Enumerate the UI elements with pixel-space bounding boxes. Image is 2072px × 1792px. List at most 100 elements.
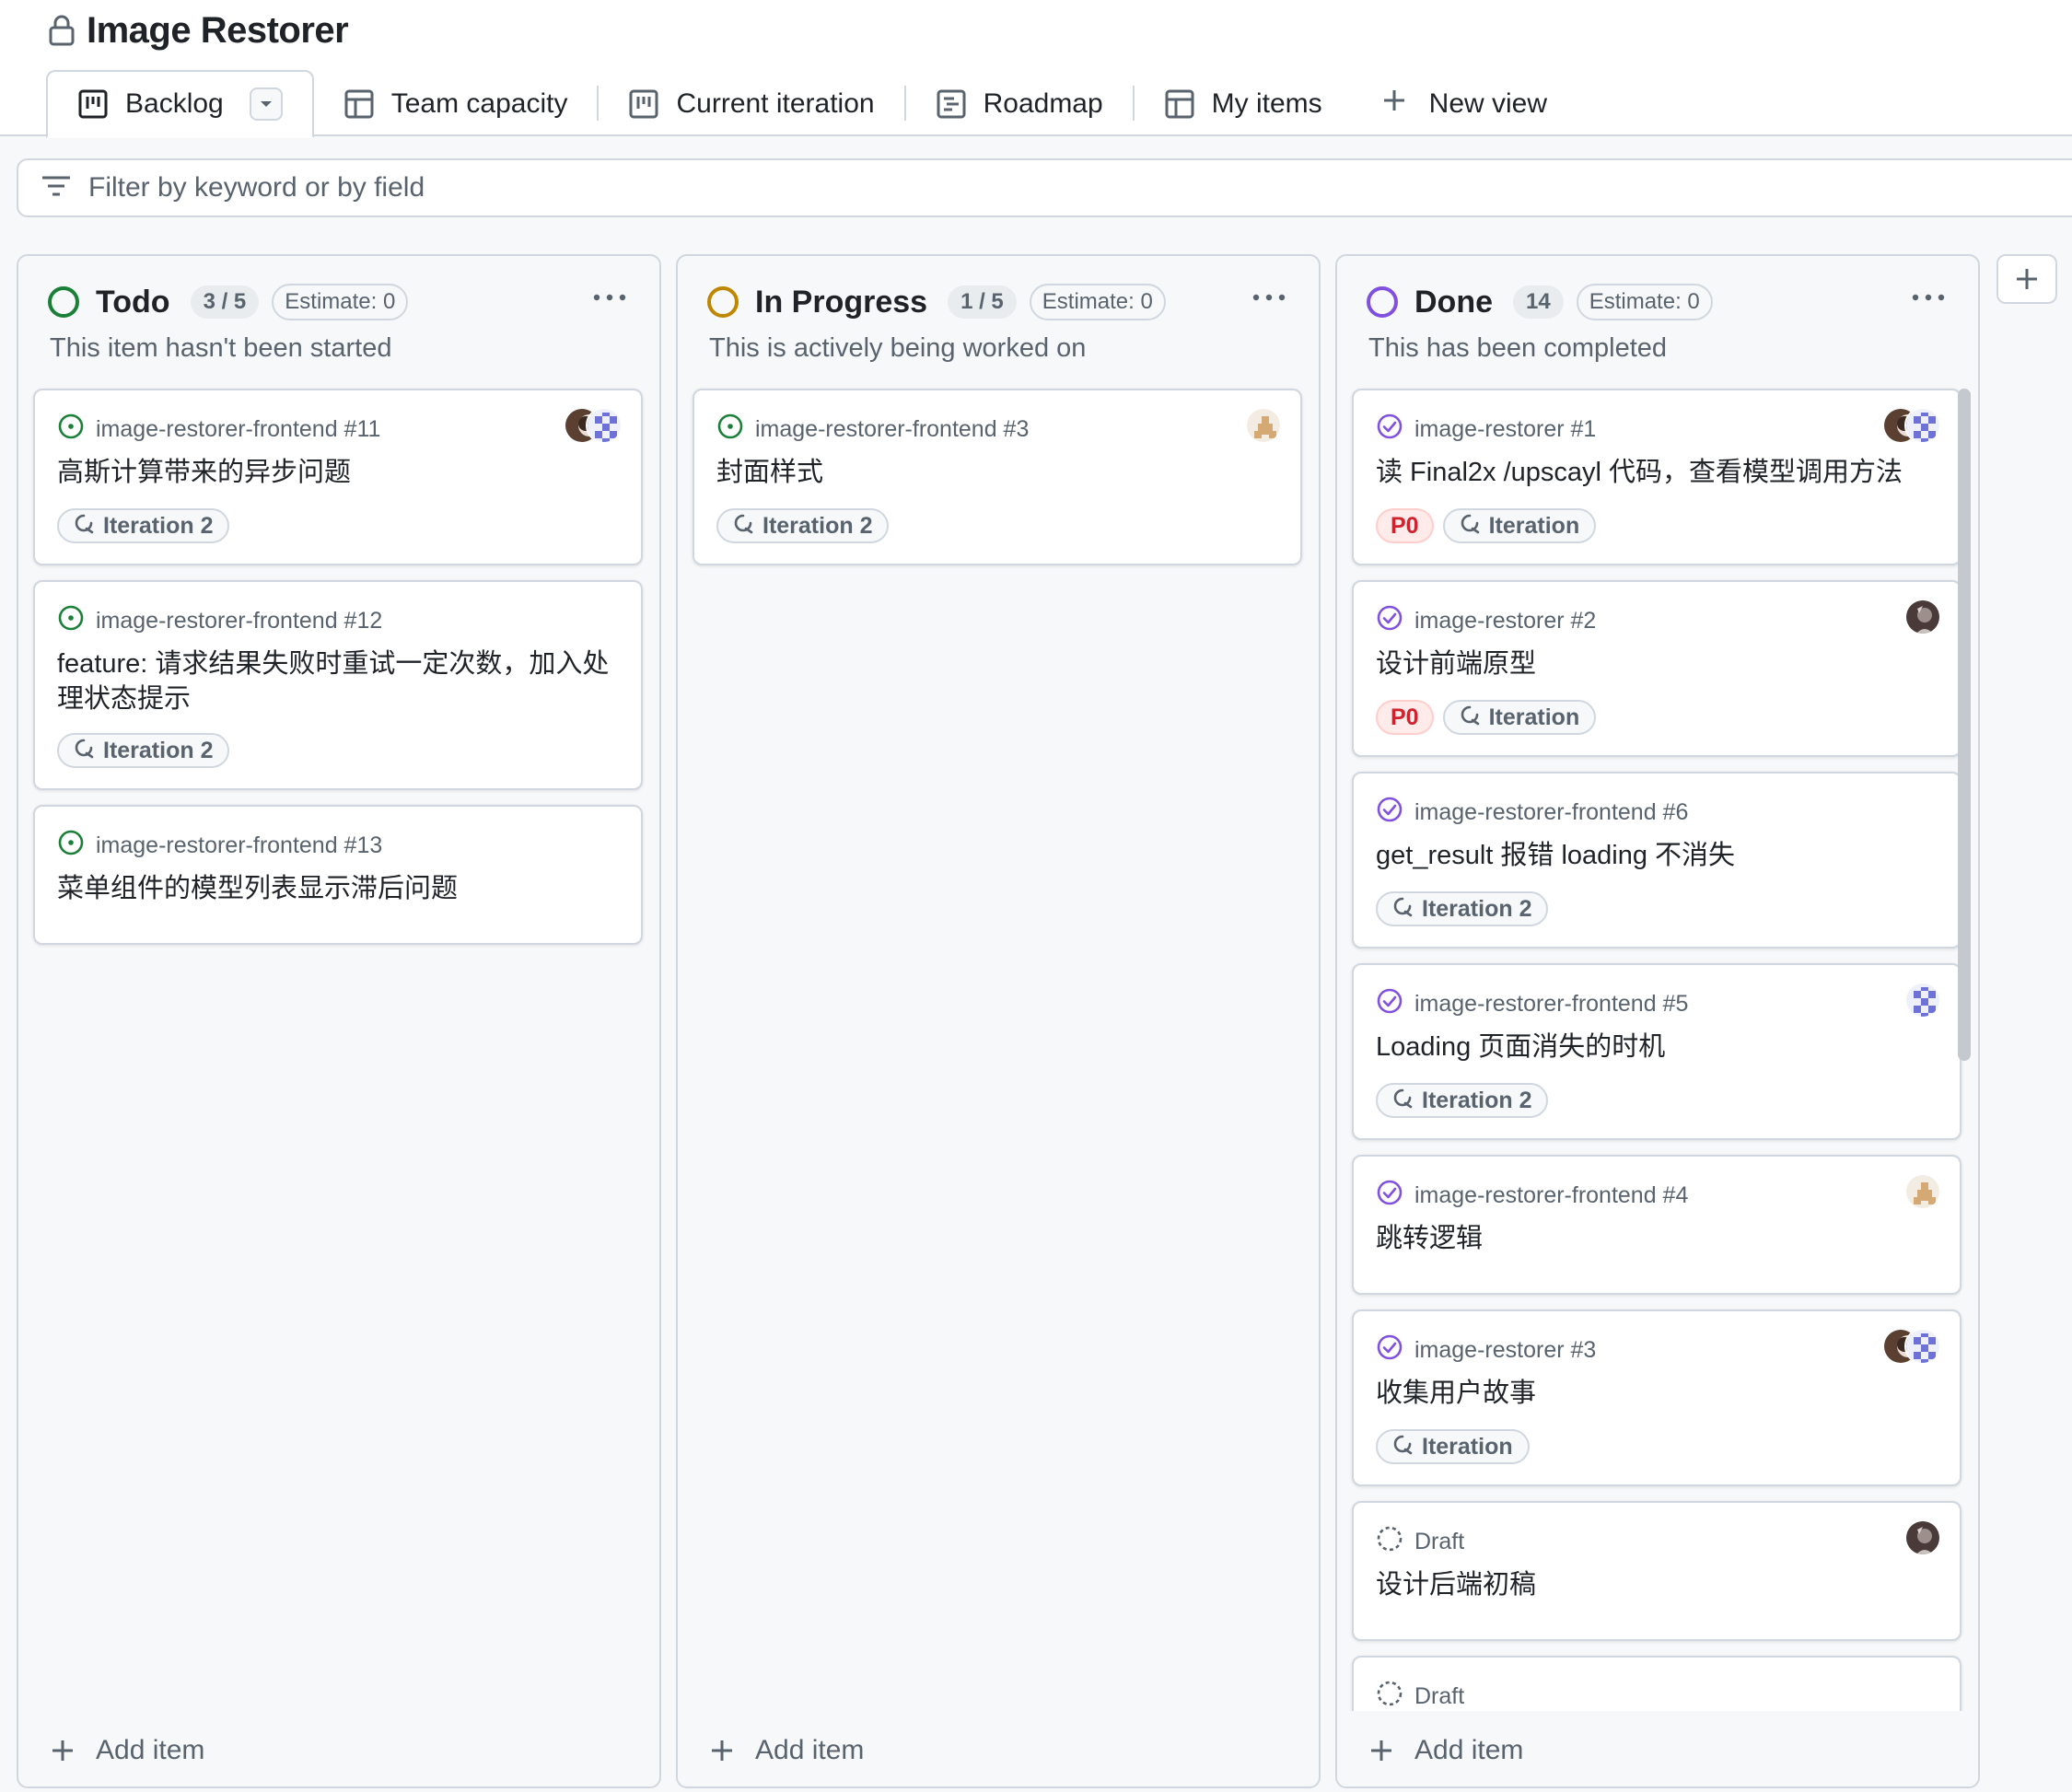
card-fields: Iteration 2 [1376, 1083, 1549, 1118]
estimate-badge: Estimate: 0 [1576, 284, 1713, 320]
issue-reference[interactable]: Draft [1414, 1683, 1464, 1710]
card-title[interactable]: 设计前端原型 [1376, 646, 1938, 681]
assignees[interactable] [564, 407, 623, 444]
card-title[interactable]: 读 Final2x /upscayl 代码，查看模型调用方法 [1376, 455, 1938, 490]
avatar [1904, 1328, 1941, 1365]
view-options-button[interactable] [249, 87, 283, 121]
item-card[interactable]: image-restorer #1 读 Final2x /upscayl 代码，查… [1352, 389, 1961, 565]
card-meta: image-restorer-frontend #3 [716, 413, 1029, 447]
kebab-horizontal-icon [1912, 294, 1945, 301]
issue-reference[interactable]: image-restorer #3 [1414, 1337, 1596, 1364]
issue-closed-icon [1376, 1179, 1403, 1213]
assignees[interactable] [1882, 407, 1941, 444]
iteration-badge: Iteration 2 [1376, 891, 1549, 926]
card-meta: image-restorer #3 [1376, 1333, 1596, 1367]
draft-icon [1376, 1680, 1403, 1714]
item-card[interactable]: Draft 设计后端初稿 [1352, 1501, 1961, 1641]
draft-icon [1376, 1525, 1403, 1559]
card-title[interactable]: 设计后端初稿 [1376, 1567, 1938, 1602]
issue-reference[interactable]: image-restorer-frontend #3 [755, 416, 1029, 443]
iteration-badge: Iteration 2 [57, 733, 230, 768]
card-fields: Iteration 2 [716, 508, 890, 543]
item-card[interactable]: image-restorer-frontend #11 高斯计算带来的异步问题 It… [33, 389, 643, 565]
iteration-label: Iteration [1488, 704, 1580, 730]
plus-icon [712, 1740, 732, 1761]
column-description: This is actively being worked on [709, 333, 1087, 363]
item-card[interactable]: image-restorer-frontend #4 跳转逻辑 [1352, 1155, 1961, 1295]
iteration-icon [731, 511, 755, 541]
add-item-button[interactable]: Add item [50, 1735, 204, 1766]
assignees[interactable] [1904, 1173, 1941, 1210]
view-tabs: Backlog Team capacity Current iteration … [46, 70, 1577, 138]
issue-reference[interactable]: image-restorer #1 [1414, 416, 1596, 443]
filter-input[interactable]: Filter by keyword or by field [17, 158, 2072, 217]
column-count: 14 [1513, 285, 1564, 319]
add-column-button[interactable] [1996, 254, 2057, 304]
column-menu-button[interactable] [584, 276, 635, 319]
item-card[interactable]: image-restorer #3 收集用户故事 Iteration [1352, 1309, 1961, 1486]
column-description: This has been completed [1368, 333, 1668, 363]
card-title[interactable]: feature: 请求结果失败时重试一定次数，加入处理状态提示 [57, 646, 619, 716]
card-title[interactable]: 收集用户故事 [1376, 1376, 1938, 1411]
card-title[interactable]: get_result 报错 loading 不消失 [1376, 838, 1938, 873]
issue-reference[interactable]: image-restorer-frontend #5 [1414, 991, 1688, 1018]
new-view-button[interactable]: New view [1352, 72, 1577, 136]
iteration-icon [72, 736, 96, 766]
assignees[interactable] [1882, 1328, 1941, 1365]
card-fields: P0 Iteration [1376, 508, 1597, 543]
card-title[interactable]: 跳转逻辑 [1376, 1221, 1938, 1256]
add-item-button[interactable]: Add item [1368, 1735, 1523, 1766]
tab-team-capacity[interactable]: Team capacity [314, 72, 598, 136]
column-header: In Progress 1 / 5 Estimate: 0 This is activ… [678, 256, 1319, 379]
assignees[interactable] [1904, 1519, 1941, 1556]
add-item-button[interactable]: Add item [709, 1735, 864, 1766]
column-name: Done [1414, 284, 1493, 320]
issue-reference[interactable]: image-restorer-frontend #4 [1414, 1182, 1688, 1209]
iteration-label: Iteration 2 [1422, 895, 1532, 922]
assignees[interactable] [1904, 599, 1941, 635]
issue-reference[interactable]: image-restorer-frontend #12 [96, 608, 382, 634]
plus-icon [1381, 87, 1407, 121]
iteration-label: Iteration [1422, 1433, 1513, 1460]
item-card[interactable]: image-restorer-frontend #5 Loading 页面消失的时… [1352, 963, 1961, 1140]
assignees[interactable] [1245, 407, 1282, 444]
column-menu-button[interactable] [1243, 276, 1295, 319]
iteration-badge: Iteration [1442, 508, 1597, 543]
card-title[interactable]: 高斯计算带来的异步问题 [57, 455, 619, 490]
iteration-badge: Iteration [1442, 700, 1597, 735]
tab-my-items[interactable]: My items [1135, 72, 1352, 136]
card-fields: Iteration [1376, 1429, 1530, 1464]
tab-label: Current iteration [676, 88, 875, 119]
iteration-icon [72, 511, 96, 541]
issue-reference[interactable]: Draft [1414, 1529, 1464, 1555]
issue-opened-icon [57, 413, 85, 447]
card-meta: image-restorer-frontend #11 [57, 413, 380, 447]
scrollbar[interactable] [1958, 389, 1971, 1061]
item-card[interactable]: image-restorer-frontend #13 菜单组件的模型列表显示滞后… [33, 805, 643, 945]
issue-reference[interactable]: image-restorer-frontend #13 [96, 832, 382, 859]
tab-backlog[interactable]: Backlog [46, 70, 314, 138]
issue-closed-icon [1376, 604, 1403, 638]
tab-current-iteration[interactable]: Current iteration [599, 72, 903, 136]
assignees[interactable] [1904, 982, 1941, 1018]
column-menu-button[interactable] [1903, 276, 1954, 319]
card-meta: image-restorer #2 [1376, 604, 1596, 638]
tab-roadmap[interactable]: Roadmap [906, 72, 1133, 136]
tab-label: Backlog [125, 88, 224, 119]
avatar [1245, 407, 1282, 444]
column-title-row: In Progress 1 / 5 Estimate: 0 [707, 284, 1166, 320]
add-item-label: Add item [755, 1735, 865, 1765]
item-card[interactable]: image-restorer-frontend #6 get_result 报错 … [1352, 772, 1961, 948]
iteration-label: Iteration 2 [762, 512, 873, 539]
issue-reference[interactable]: image-restorer #2 [1414, 608, 1596, 634]
item-card[interactable]: image-restorer-frontend #12 feature: 请求结果… [33, 580, 643, 790]
card-title[interactable]: 菜单组件的模型列表显示滞后问题 [57, 871, 619, 906]
roadmap-icon [936, 88, 967, 120]
card-title[interactable]: 封面样式 [716, 455, 1278, 490]
card-title[interactable]: Loading 页面消失的时机 [1376, 1030, 1938, 1065]
issue-reference[interactable]: image-restorer-frontend #6 [1414, 799, 1688, 826]
item-card[interactable]: image-restorer #2 设计前端原型 P0 Iteration [1352, 580, 1961, 757]
issue-reference[interactable]: image-restorer-frontend #11 [96, 416, 380, 443]
table-icon [1164, 88, 1195, 120]
item-card[interactable]: image-restorer-frontend #3 封面样式 Iteration … [693, 389, 1302, 565]
